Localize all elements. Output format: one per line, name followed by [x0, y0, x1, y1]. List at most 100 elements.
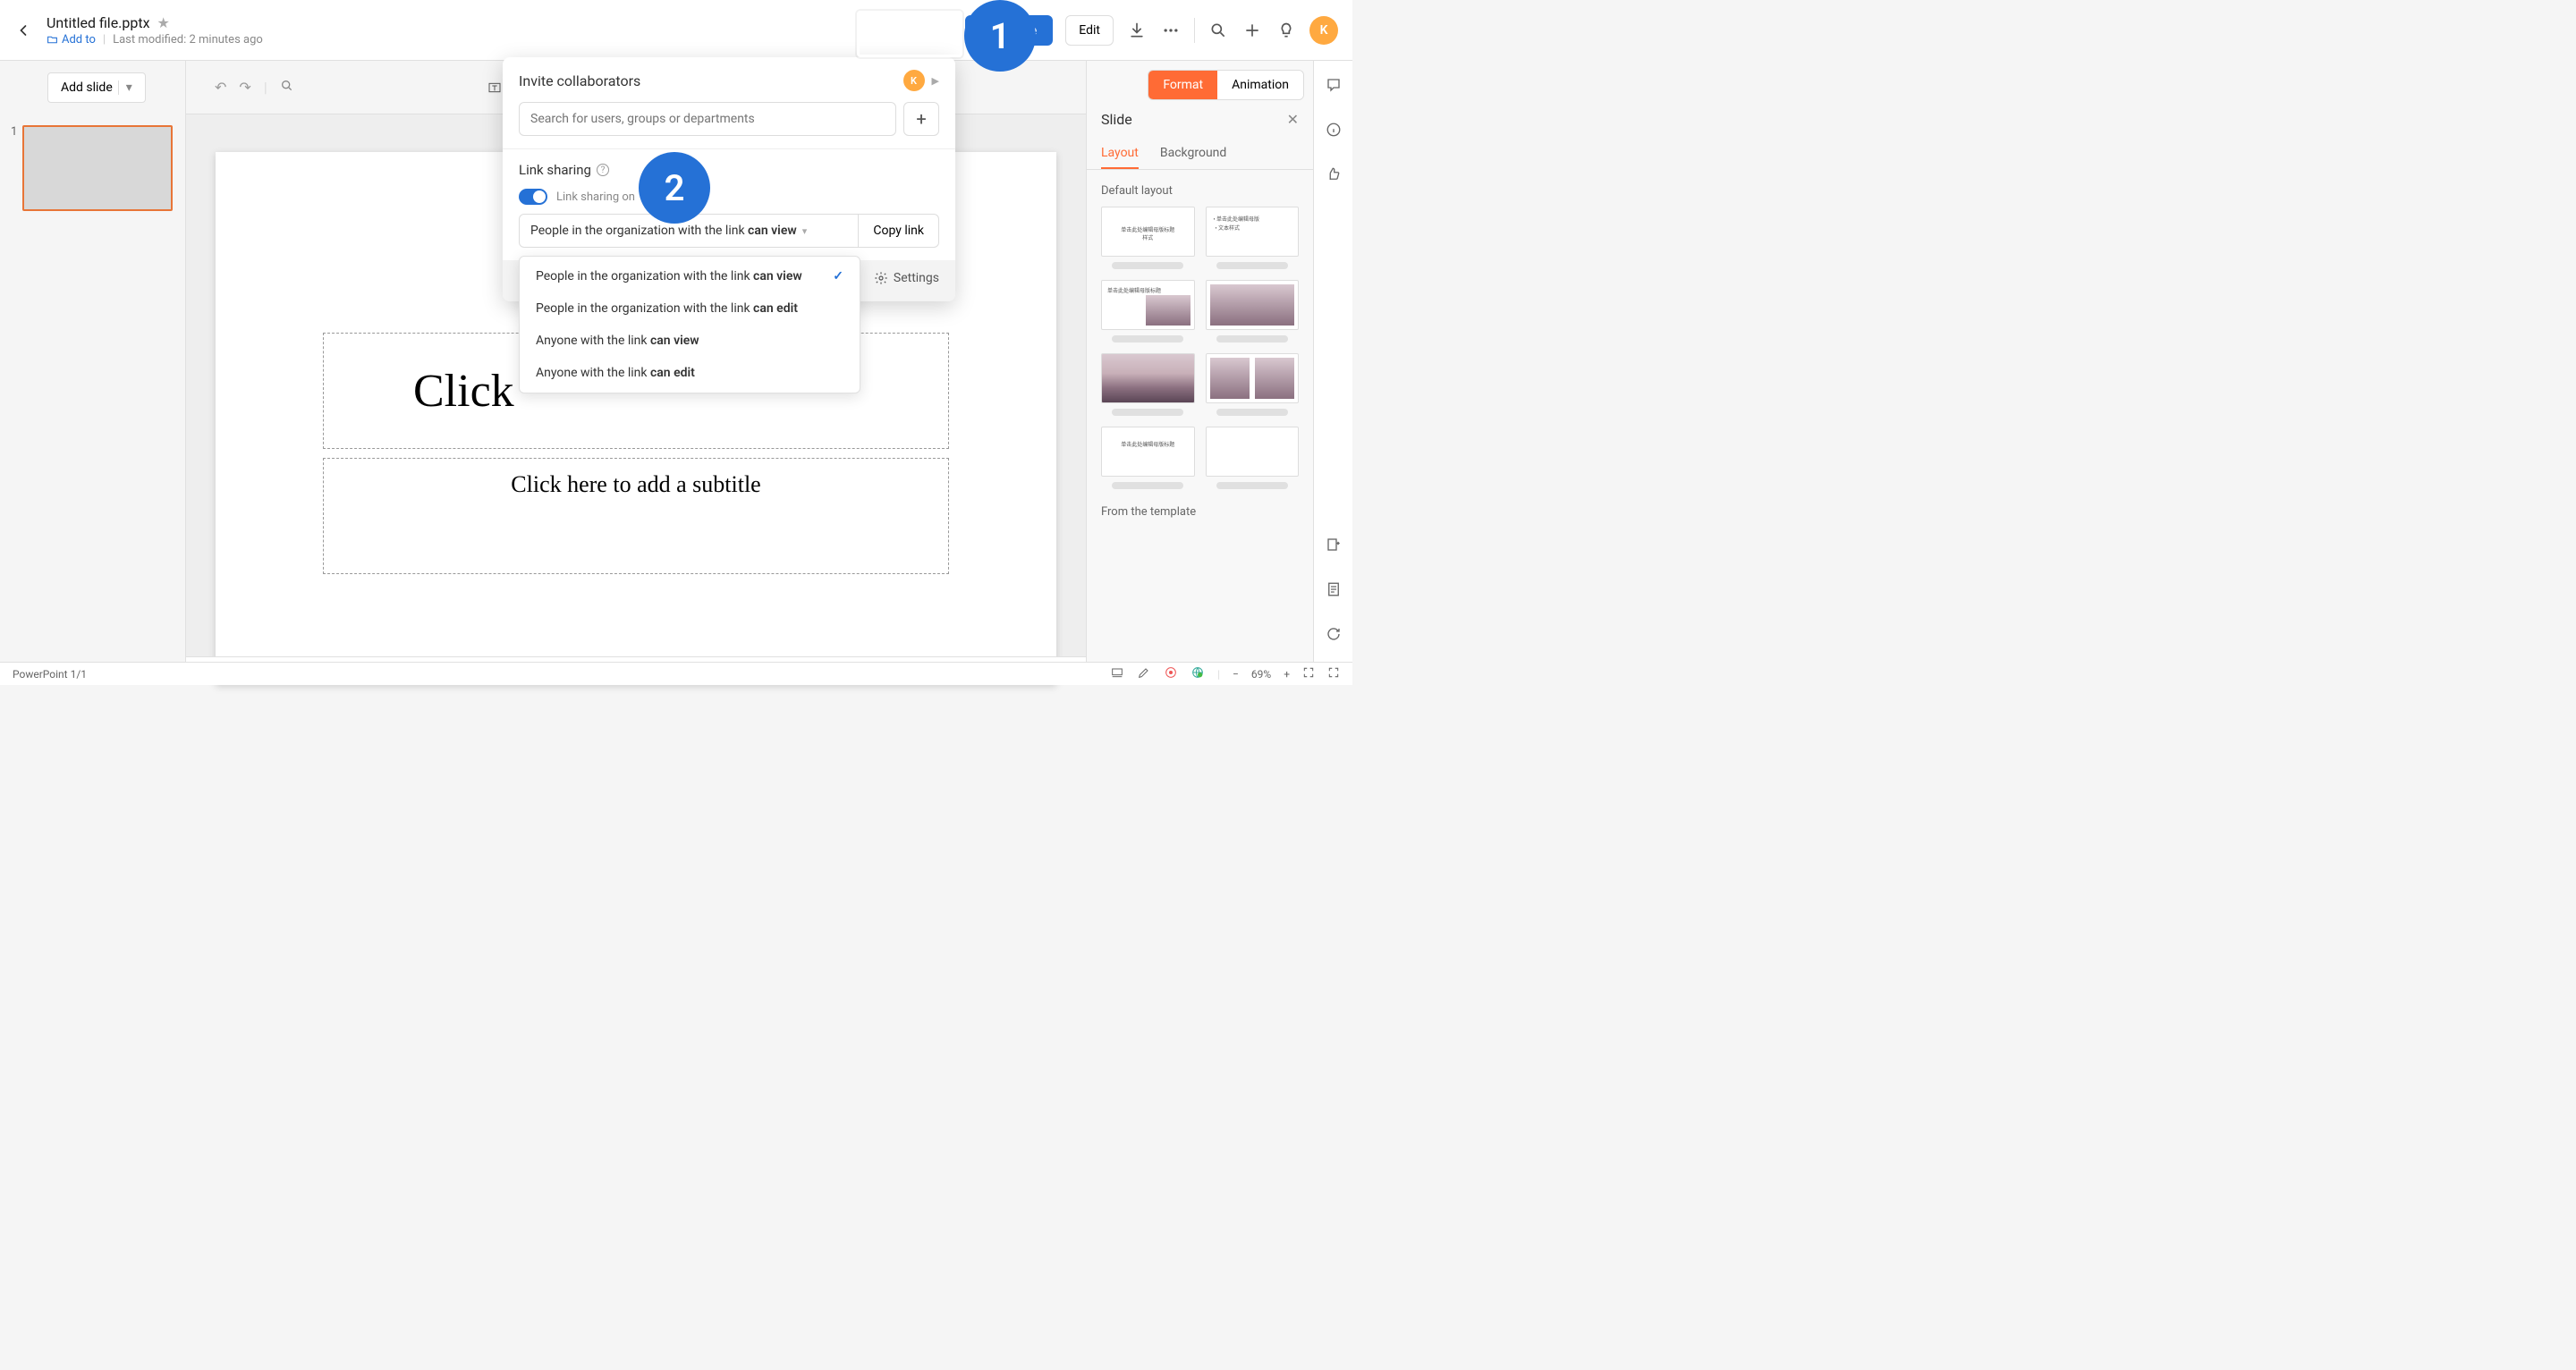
add-slide-label: Add slide [61, 80, 113, 95]
add-to-label: Add to [62, 33, 96, 47]
document-icon[interactable] [1326, 581, 1342, 601]
edit-button[interactable]: Edit [1065, 15, 1114, 46]
opt-prefix: Anyone with the link [536, 366, 650, 380]
share-highlight [857, 11, 962, 57]
opt-prefix: Anyone with the link [536, 334, 650, 348]
divider: | [264, 79, 267, 96]
edit-label: Edit [1079, 23, 1100, 38]
subtitle-text: Click here to add a subtitle [511, 471, 760, 498]
permission-option[interactable]: Anyone with the link can edit [520, 357, 860, 389]
chevron-right-icon[interactable]: ▶ [932, 75, 939, 87]
layout-option[interactable] [1206, 280, 1300, 342]
plus-icon[interactable] [1241, 20, 1263, 41]
file-title[interactable]: Untitled file.pptx [47, 14, 150, 31]
zoom-icon[interactable] [280, 79, 294, 97]
add-slide-button[interactable]: Add slide ▾ [47, 72, 146, 103]
copy-link-button[interactable]: Copy link [859, 214, 939, 248]
layout-option[interactable]: 单击此处编辑母版标题 [1101, 280, 1195, 342]
right-panel: Format Animation Slide ✕ Layout Backgrou… [1086, 61, 1313, 685]
link-sharing-toggle[interactable] [519, 189, 547, 205]
opt-bold: can edit [650, 366, 695, 380]
layout-option[interactable] [1101, 353, 1195, 416]
collaborator-avatar[interactable]: K [903, 70, 925, 91]
chevron-down-icon[interactable]: ▾ [118, 80, 132, 95]
meta-separator: | [103, 33, 106, 47]
thumbs-up-icon[interactable] [1326, 166, 1342, 186]
record-icon[interactable] [1164, 665, 1178, 682]
fit-icon[interactable] [1302, 666, 1315, 681]
permission-option[interactable]: Anyone with the link can view [520, 325, 860, 357]
invite-collaborators-title: Invite collaborators [519, 72, 640, 89]
toggle-label: Link sharing on [556, 190, 635, 204]
perm-bold: can view [748, 224, 797, 238]
tab-background[interactable]: Background [1160, 139, 1226, 169]
default-layout-label: Default layout [1101, 184, 1299, 198]
back-arrow-icon[interactable] [14, 21, 32, 39]
globe-icon[interactable] [1191, 665, 1205, 682]
comment-icon[interactable] [1326, 77, 1342, 97]
add-collaborator-button[interactable]: + [903, 102, 939, 136]
link-sharing-title: Link sharing [519, 162, 591, 178]
download-icon[interactable] [1126, 20, 1148, 41]
zoom-in-button[interactable]: + [1284, 668, 1290, 681]
settings-label: Settings [894, 271, 939, 285]
opt-bold: can view [753, 269, 802, 283]
info-icon[interactable] [1326, 122, 1342, 141]
perm-prefix: People in the organization with the link [530, 224, 748, 238]
slide-thumbnails-panel: 1 [0, 61, 186, 685]
divider: | [1217, 668, 1220, 681]
format-animation-tabs: Format Animation [1148, 70, 1304, 100]
slide-thumb-item[interactable]: 1 [11, 125, 174, 211]
topbar: Untitled file.pptx ★ Add to | Last modif… [0, 0, 1352, 61]
divider [1194, 18, 1195, 43]
zoom-out-button[interactable]: − [1233, 668, 1239, 681]
check-icon: ✓ [833, 269, 843, 283]
tab-format[interactable]: Format [1148, 71, 1217, 99]
permission-option[interactable]: People in the organization with the link… [520, 260, 860, 292]
export-icon[interactable] [1326, 537, 1342, 556]
slide-number: 1 [11, 125, 17, 211]
title-text: Click [413, 365, 514, 418]
add-to-link[interactable]: Add to [47, 33, 96, 47]
layout-option[interactable] [1206, 353, 1300, 416]
zoom-level[interactable]: 69% [1251, 668, 1271, 681]
file-info: Untitled file.pptx ★ Add to | Last modif… [47, 14, 263, 47]
right-rail [1313, 61, 1352, 685]
redo-icon[interactable]: ↷ [239, 79, 250, 96]
layout-option[interactable]: • 单击此处编辑母版• 文本样式 [1206, 207, 1300, 269]
permission-dropdown: People in the organization with the link… [519, 256, 860, 393]
fullscreen-icon[interactable] [1327, 666, 1340, 681]
pen-icon[interactable] [1137, 665, 1151, 682]
bulb-icon[interactable] [1275, 20, 1297, 41]
status-left: PowerPoint 1/1 [13, 668, 87, 681]
tab-layout[interactable]: Layout [1101, 139, 1139, 169]
opt-bold: can view [650, 334, 699, 348]
statusbar: PowerPoint 1/1 | − 69% + [0, 662, 1352, 685]
opt-prefix: People in the organization with the link [536, 269, 753, 283]
callout-1: 1 [964, 0, 1036, 72]
from-template-label: From the template [1101, 505, 1299, 519]
avatar[interactable]: K [1309, 16, 1338, 45]
panel-title: Slide [1101, 111, 1132, 128]
subtitle-placeholder-box[interactable]: Click here to add a subtitle [323, 458, 949, 574]
help-icon[interactable]: ? [597, 164, 609, 176]
close-icon[interactable]: ✕ [1287, 111, 1299, 128]
layout-option[interactable]: 单击此处编辑母版标题样式 [1101, 207, 1195, 269]
tab-animation[interactable]: Animation [1217, 71, 1303, 99]
search-icon[interactable] [1208, 20, 1229, 41]
collaborator-search-input[interactable] [519, 102, 896, 136]
refresh-icon[interactable] [1326, 626, 1342, 646]
slide-thumbnail[interactable] [22, 125, 173, 211]
opt-bold: can edit [753, 301, 798, 316]
layout-option[interactable] [1206, 427, 1300, 489]
undo-icon[interactable]: ↶ [215, 79, 226, 96]
layout-option[interactable]: 单击此处编辑母版标题 [1101, 427, 1195, 489]
share-dialog: Invite collaborators K ▶ + Link sharing … [503, 57, 955, 301]
chevron-down-icon: ▾ [802, 225, 808, 237]
callout-2: 2 [639, 152, 710, 224]
notes-view-icon[interactable] [1110, 665, 1124, 682]
star-icon[interactable]: ★ [157, 14, 170, 31]
last-modified: Last modified: 2 minutes ago [113, 33, 263, 47]
more-icon[interactable] [1160, 20, 1182, 41]
permission-option[interactable]: People in the organization with the link… [520, 292, 860, 325]
